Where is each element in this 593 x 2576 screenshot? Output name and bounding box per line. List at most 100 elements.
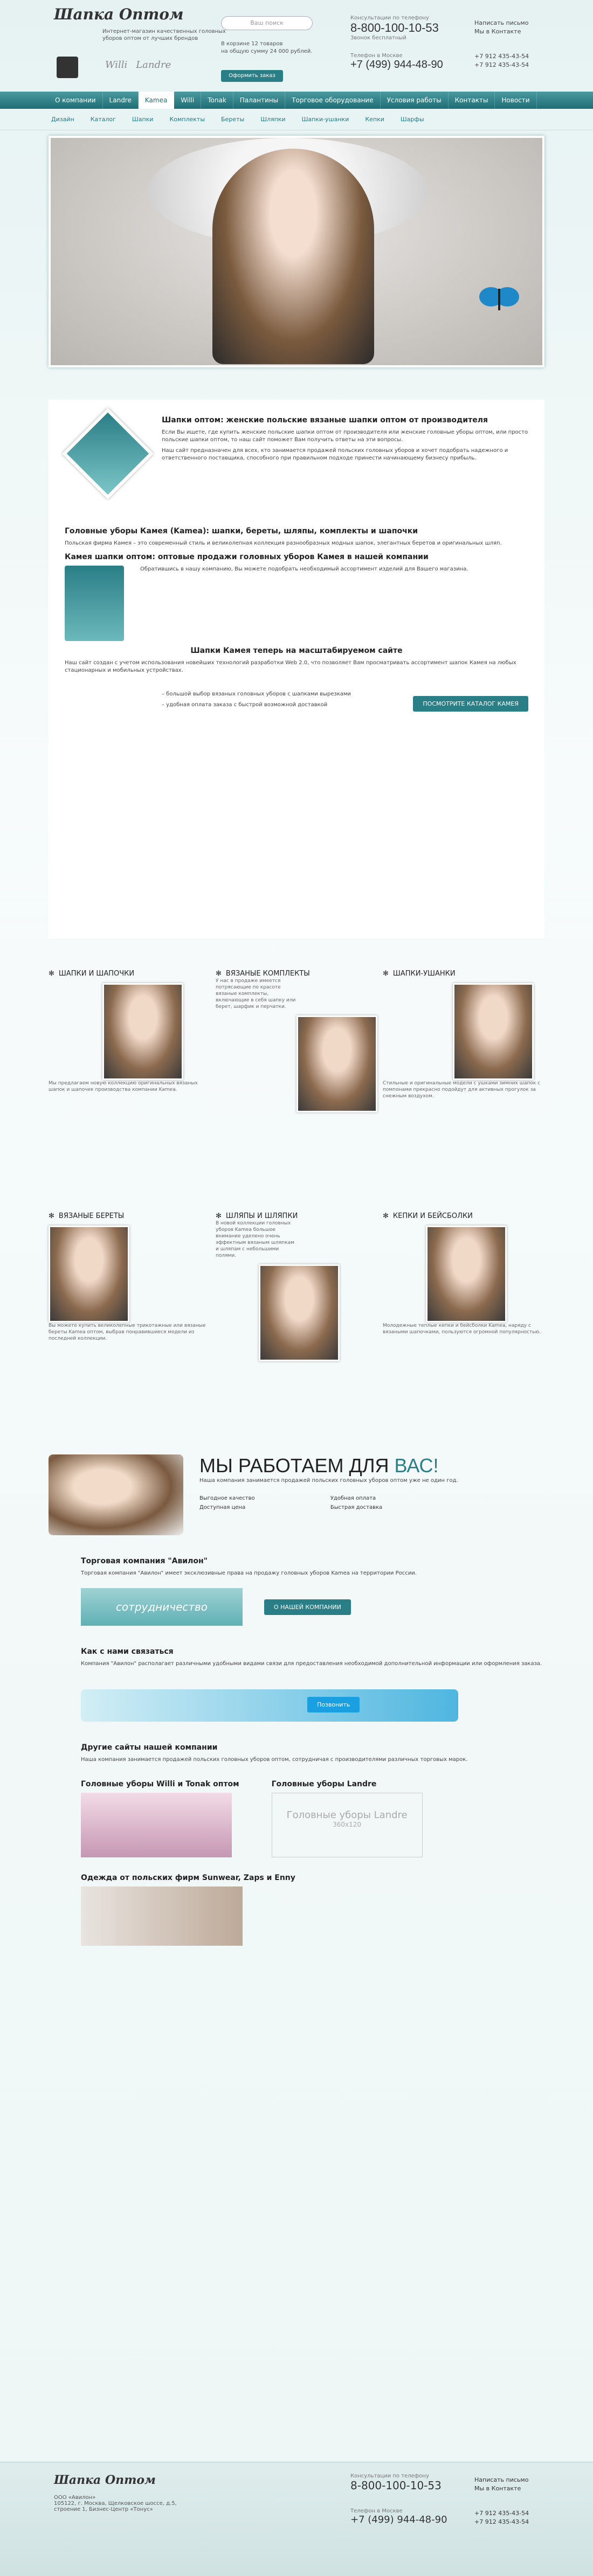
category-image[interactable] xyxy=(426,1226,507,1322)
page: Шапка Оптом Интернет-магазин качественны… xyxy=(0,0,593,2576)
footer-mobile-1[interactable]: +7 912 435-43-54 xyxy=(474,2509,529,2518)
category-text: Стильные и оригинальные модели с ушками … xyxy=(383,1081,541,1099)
nav-item-landre[interactable]: Landre xyxy=(103,92,139,109)
subnav-berets[interactable]: Береты xyxy=(221,109,244,130)
category-image[interactable] xyxy=(259,1264,340,1361)
intro-title: Шапки оптом: женские польские вязаные ша… xyxy=(162,416,488,424)
subnav-scarves[interactable]: Шарфы xyxy=(401,109,424,130)
contact-title: Как с нами связаться xyxy=(81,1647,174,1656)
contact-links: Написать письмо Мы в Контакте +7 912 435… xyxy=(474,19,529,69)
clothes-banner[interactable] xyxy=(81,1886,243,1946)
vk-link[interactable]: Мы в Контакте xyxy=(474,27,529,36)
nav-item-terms[interactable]: Условия работы xyxy=(381,92,449,109)
phone-moscow-number[interactable]: +7 (499) 944-48-90 xyxy=(350,59,443,71)
mobile-phone-1[interactable]: +7 912 435-43-54 xyxy=(474,52,529,61)
site-logo[interactable]: Шапка Оптом xyxy=(54,5,184,23)
category-image[interactable] xyxy=(296,1015,377,1112)
footer-mobile-2[interactable]: +7 912 435-43-54 xyxy=(474,2518,529,2526)
category-image[interactable] xyxy=(49,1226,129,1322)
subnav-hats[interactable]: Шапки xyxy=(132,109,154,130)
subnav-catalog[interactable]: Каталог xyxy=(91,109,116,130)
category-card[interactable]: ✻ ШАПКИ И ШАПОЧКИ Мы предлагаем новую кол… xyxy=(49,970,210,1093)
search-input[interactable]: Ваш поиск xyxy=(221,16,313,30)
site-card-placeholder[interactable]: Головные уборы Landre 360x120 xyxy=(271,1793,423,1857)
cooperation-puzzle-image: сотрудничество xyxy=(81,1588,243,1626)
skype-button[interactable]: Позвонить xyxy=(307,1697,360,1712)
brand-logos: Willi Landre xyxy=(105,59,171,71)
subnav-hats2[interactable]: Шляпки xyxy=(260,109,285,130)
phone-moscow-label: Телефон в Москве xyxy=(350,53,403,59)
site-card-willi[interactable]: Головные уборы Willi и Tonak оптом xyxy=(81,1774,239,1857)
nav-item-kamea[interactable]: Kamea xyxy=(138,92,175,109)
category-title[interactable]: КЕПКИ И БЕЙСБОЛКИ xyxy=(393,1212,473,1220)
checkout-button[interactable]: Оформить заказ xyxy=(221,70,283,82)
we-work-title: МЫ РАБОТАЕМ ДЛЯ ВАС! xyxy=(199,1454,439,1477)
company-title: Торговая компания "Авилон" xyxy=(81,1557,208,1565)
footer-vk-link[interactable]: Мы в Контакте xyxy=(474,2484,529,2493)
sub-nav: Дизайн Каталог Шапки Комплекты Береты Шл… xyxy=(0,109,593,130)
placeholder-title: Головные уборы Landre xyxy=(286,1809,408,1821)
skype-banner[interactable]: Позвонить xyxy=(81,1689,458,1722)
catalog-button[interactable]: ПОСМОТРИТЕ КАТАЛОГ КАМЕЯ xyxy=(413,696,528,712)
snowflake-icon: ✻ xyxy=(49,1212,54,1220)
nav-item-scarves[interactable]: Палантины xyxy=(233,92,286,109)
site-card-image[interactable] xyxy=(81,1793,232,1857)
category-image[interactable] xyxy=(453,983,534,1080)
category-image[interactable] xyxy=(102,983,183,1080)
brand-landre[interactable]: Landre xyxy=(136,59,171,71)
phone-free: Консультации по телефону 8-800-100-10-53… xyxy=(350,15,439,41)
nav-item-news[interactable]: Новости xyxy=(495,92,537,109)
subnav-caps[interactable]: Кепки xyxy=(365,109,384,130)
category-text: Мы предлагаем новую коллекцию оригинальн… xyxy=(49,1081,198,1092)
category-title[interactable]: ВЯЗАНЫЕ КОМПЛЕКТЫ xyxy=(226,970,310,978)
tagline: Интернет-магазин качественных головных у… xyxy=(102,29,226,41)
cart-summary: В корзине 12 товаров на общую сумму 24 0… xyxy=(221,40,329,55)
footer-write-link[interactable]: Написать письмо xyxy=(474,2476,529,2484)
nav-item-about[interactable]: О компании xyxy=(49,92,103,109)
hero-banner xyxy=(49,136,544,367)
phone-free-note: Звонок бесплатный xyxy=(350,35,406,41)
cart-line-1: В корзине 12 товаров xyxy=(221,41,283,47)
kamea-wholesale-title: Камея шапки оптом: оптовые продажи голов… xyxy=(65,553,429,561)
category-title[interactable]: ШЛЯПЫ И ШЛЯПКИ xyxy=(226,1212,298,1220)
about-company-button[interactable]: О НАШЕЙ КОМПАНИИ xyxy=(264,1599,351,1615)
intro-p2: Наш сайт предназначен для всех, кто зани… xyxy=(162,448,508,461)
we-work-p: Наша компания занимается продажей польск… xyxy=(199,1478,458,1484)
mobile-phone-2[interactable]: +7 912 435-43-54 xyxy=(474,61,529,69)
banner-model-image xyxy=(212,149,374,364)
placeholder-size: 360x120 xyxy=(333,1821,362,1828)
footer-address: ООО «Авилон» 105122, г. Москва, Щелковско… xyxy=(54,2495,177,2512)
category-card[interactable]: ✻ ШЛЯПЫ И ШЛЯПКИ В новой коллекции головн… xyxy=(216,1212,377,1361)
kamea-wholesale-p: Обратившись в нашу компанию, Вы можете п… xyxy=(140,566,468,572)
kamea-title: Головные уборы Камея (Kamea): шапки, бер… xyxy=(65,527,418,535)
footer-phone-moscow-number[interactable]: +7 (499) 944-48-90 xyxy=(350,2514,447,2525)
footer-phone-number[interactable]: 8-800-100-10-53 xyxy=(350,2479,442,2492)
category-title[interactable]: ШАПКИ И ШАПОЧКИ xyxy=(59,970,134,978)
nav-item-equipment[interactable]: Торговое оборудование xyxy=(285,92,381,109)
category-card[interactable]: ✻ КЕПКИ И БЕЙСБОЛКИ Молодежные теплые кеп… xyxy=(383,1212,544,1335)
site-card-landre[interactable]: Головные уборы Landre Головные уборы Lan… xyxy=(271,1774,423,1857)
footer-logo[interactable]: Шапка Оптом xyxy=(54,2473,156,2487)
snowflake-icon: ✻ xyxy=(216,970,222,978)
nav-item-willi[interactable]: Willi xyxy=(174,92,202,109)
phone-free-number[interactable]: 8-800-100-10-53 xyxy=(350,21,439,35)
category-title[interactable]: ШАПКИ-УШАНКИ xyxy=(393,970,456,978)
brand-willi[interactable]: Willi xyxy=(105,59,127,71)
site-card-title: Головные уборы Willi и Tonak оптом xyxy=(81,1780,239,1788)
category-card[interactable]: ✻ ШАПКИ-УШАНКИ Стильные и оригинальные мо… xyxy=(383,970,544,1099)
subnav-sets[interactable]: Комплекты xyxy=(169,109,205,130)
kamea-p: Польская фирма Камея – это современный с… xyxy=(65,540,502,546)
write-letter-link[interactable]: Написать письмо xyxy=(474,19,529,27)
nav-item-contacts[interactable]: Контакты xyxy=(449,92,495,109)
category-card[interactable]: ✻ ВЯЗАНЫЕ БЕРЕТЫ Вы можете купить великол… xyxy=(49,1212,210,1342)
subnav-design[interactable]: Дизайн xyxy=(51,109,74,130)
category-title[interactable]: ВЯЗАНЫЕ БЕРЕТЫ xyxy=(59,1212,124,1220)
category-text: У нас в продаже имеется потрясающие по к… xyxy=(216,978,296,1009)
nav-item-tonak[interactable]: Tonak xyxy=(201,92,233,109)
category-card[interactable]: ✻ ВЯЗАНЫЕ КОМПЛЕКТЫ У нас в продаже имеет… xyxy=(216,970,377,1112)
subnav-earflaps[interactable]: Шапки-ушанки xyxy=(302,109,349,130)
snowflake-icon: ✻ xyxy=(49,970,54,978)
butterfly-icon xyxy=(479,287,519,310)
benefit: Удобная оплата xyxy=(330,1495,376,1501)
main-nav: О компании Landre Kamea Willi Tonak Пала… xyxy=(0,92,593,109)
